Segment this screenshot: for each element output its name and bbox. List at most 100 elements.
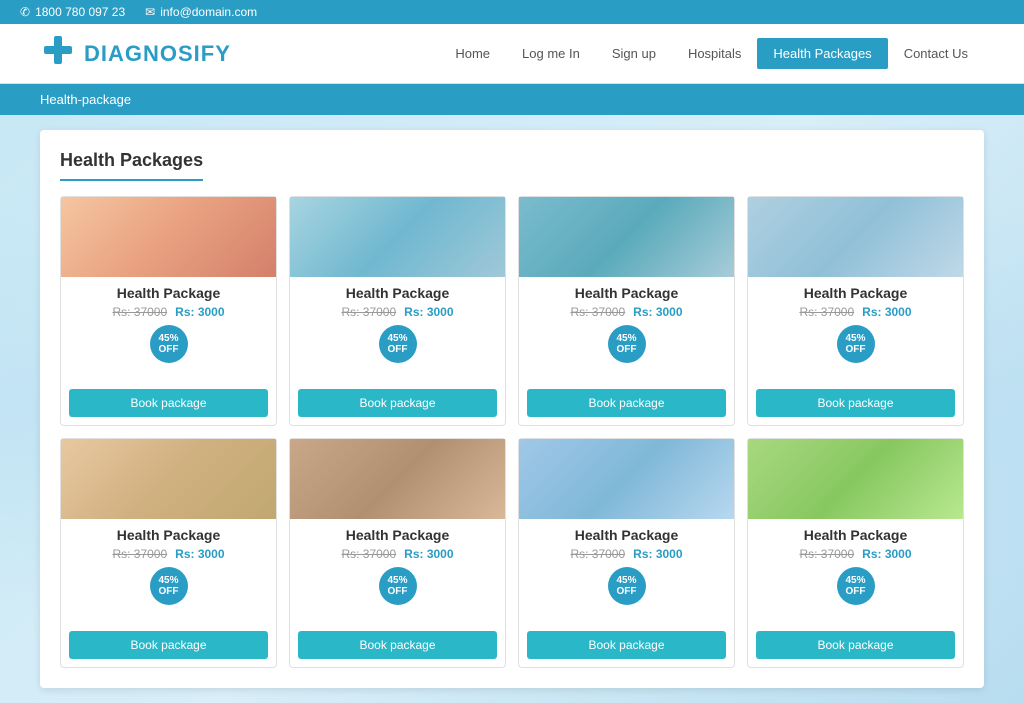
book-package-button[interactable]: Book package: [298, 389, 497, 417]
package-card: Health Package Rs: 37000 Rs: 3000 45% OF…: [518, 196, 735, 426]
discount-badge: 45% OFF: [379, 325, 417, 363]
price-original: Rs: 37000: [112, 305, 167, 319]
package-card: Health Package Rs: 37000 Rs: 3000 45% OF…: [60, 438, 277, 668]
phone-info: ✆ 1800 780 097 23: [20, 5, 125, 19]
discount-off: OFF: [617, 344, 637, 355]
book-package-button[interactable]: Book package: [527, 389, 726, 417]
package-name: Health Package: [519, 285, 734, 301]
discount-badge: 45% OFF: [837, 567, 875, 605]
email-address: info@domain.com: [160, 5, 257, 19]
header: DIAGNOSIFY Home Log me In Sign up Hospit…: [0, 24, 1024, 84]
discount-off: OFF: [388, 344, 408, 355]
discount-container: 45% OFF: [61, 567, 276, 589]
price-discounted: Rs: 3000: [633, 547, 682, 561]
discount-container: 45% OFF: [519, 567, 734, 589]
nav-health-packages[interactable]: Health Packages: [757, 38, 887, 69]
package-name: Health Package: [61, 285, 276, 301]
book-package-button[interactable]: Book package: [69, 389, 268, 417]
package-image: [519, 439, 734, 519]
discount-percent: 45%: [158, 333, 178, 344]
price-discounted: Rs: 3000: [404, 305, 453, 319]
phone-icon: ✆: [20, 5, 30, 19]
package-card: Health Package Rs: 37000 Rs: 3000 45% OF…: [289, 196, 506, 426]
nav-login[interactable]: Log me In: [506, 38, 596, 69]
discount-badge: 45% OFF: [150, 567, 188, 605]
book-package-button[interactable]: Book package: [527, 631, 726, 659]
discount-percent: 45%: [387, 333, 407, 344]
price-discounted: Rs: 3000: [175, 305, 224, 319]
nav-signup[interactable]: Sign up: [596, 38, 672, 69]
logo: DIAGNOSIFY: [40, 32, 231, 75]
discount-container: 45% OFF: [290, 567, 505, 589]
price-original: Rs: 37000: [799, 547, 854, 561]
price-discounted: Rs: 3000: [862, 547, 911, 561]
book-package-button[interactable]: Book package: [756, 389, 955, 417]
phone-number: 1800 780 097 23: [35, 5, 125, 19]
logo-icon: [40, 32, 76, 75]
discount-container: 45% OFF: [748, 325, 963, 347]
package-pricing: Rs: 37000 Rs: 3000: [748, 547, 963, 561]
package-pricing: Rs: 37000 Rs: 3000: [519, 547, 734, 561]
book-package-button[interactable]: Book package: [69, 631, 268, 659]
price-original: Rs: 37000: [799, 305, 854, 319]
book-package-button[interactable]: Book package: [298, 631, 497, 659]
price-original: Rs: 37000: [570, 305, 625, 319]
discount-percent: 45%: [158, 575, 178, 586]
discount-percent: 45%: [616, 333, 636, 344]
package-pricing: Rs: 37000 Rs: 3000: [61, 547, 276, 561]
main-nav: Home Log me In Sign up Hospitals Health …: [439, 38, 984, 69]
price-original: Rs: 37000: [341, 305, 396, 319]
package-card: Health Package Rs: 37000 Rs: 3000 45% OF…: [747, 438, 964, 668]
book-package-button[interactable]: Book package: [756, 631, 955, 659]
packages-grid: Health Package Rs: 37000 Rs: 3000 45% OF…: [60, 196, 964, 668]
package-image: [748, 439, 963, 519]
nav-hospitals[interactable]: Hospitals: [672, 38, 757, 69]
discount-off: OFF: [159, 344, 179, 355]
package-name: Health Package: [290, 527, 505, 543]
discount-off: OFF: [846, 586, 866, 597]
package-pricing: Rs: 37000 Rs: 3000: [290, 547, 505, 561]
nav-home[interactable]: Home: [439, 38, 506, 69]
discount-container: 45% OFF: [61, 325, 276, 347]
top-bar: ✆ 1800 780 097 23 ✉ info@domain.com: [0, 0, 1024, 24]
email-icon: ✉: [145, 5, 155, 19]
package-image: [519, 197, 734, 277]
package-image: [61, 439, 276, 519]
package-card: Health Package Rs: 37000 Rs: 3000 45% OF…: [518, 438, 735, 668]
discount-off: OFF: [617, 586, 637, 597]
discount-badge: 45% OFF: [837, 325, 875, 363]
package-name: Health Package: [748, 527, 963, 543]
price-original: Rs: 37000: [112, 547, 167, 561]
discount-container: 45% OFF: [519, 325, 734, 347]
discount-off: OFF: [388, 586, 408, 597]
discount-container: 45% OFF: [290, 325, 505, 347]
discount-percent: 45%: [845, 333, 865, 344]
package-name: Health Package: [519, 527, 734, 543]
package-image: [748, 197, 963, 277]
package-name: Health Package: [748, 285, 963, 301]
package-name: Health Package: [290, 285, 505, 301]
price-discounted: Rs: 3000: [404, 547, 453, 561]
email-info: ✉ info@domain.com: [145, 5, 257, 19]
package-card: Health Package Rs: 37000 Rs: 3000 45% OF…: [60, 196, 277, 426]
package-pricing: Rs: 37000 Rs: 3000: [290, 305, 505, 319]
package-pricing: Rs: 37000 Rs: 3000: [748, 305, 963, 319]
package-image: [290, 439, 505, 519]
package-card: Health Package Rs: 37000 Rs: 3000 45% OF…: [289, 438, 506, 668]
package-image: [61, 197, 276, 277]
discount-percent: 45%: [845, 575, 865, 586]
section-title: Health Packages: [60, 150, 203, 181]
nav-contact[interactable]: Contact Us: [888, 38, 984, 69]
content-card: Health Packages Health Package Rs: 37000…: [40, 130, 984, 688]
discount-badge: 45% OFF: [608, 325, 646, 363]
price-original: Rs: 37000: [341, 547, 396, 561]
discount-badge: 45% OFF: [379, 567, 417, 605]
discount-container: 45% OFF: [748, 567, 963, 589]
price-discounted: Rs: 3000: [862, 305, 911, 319]
price-discounted: Rs: 3000: [175, 547, 224, 561]
package-name: Health Package: [61, 527, 276, 543]
discount-badge: 45% OFF: [608, 567, 646, 605]
package-pricing: Rs: 37000 Rs: 3000: [519, 305, 734, 319]
discount-off: OFF: [846, 344, 866, 355]
breadcrumb-bar: Health-package: [0, 84, 1024, 115]
